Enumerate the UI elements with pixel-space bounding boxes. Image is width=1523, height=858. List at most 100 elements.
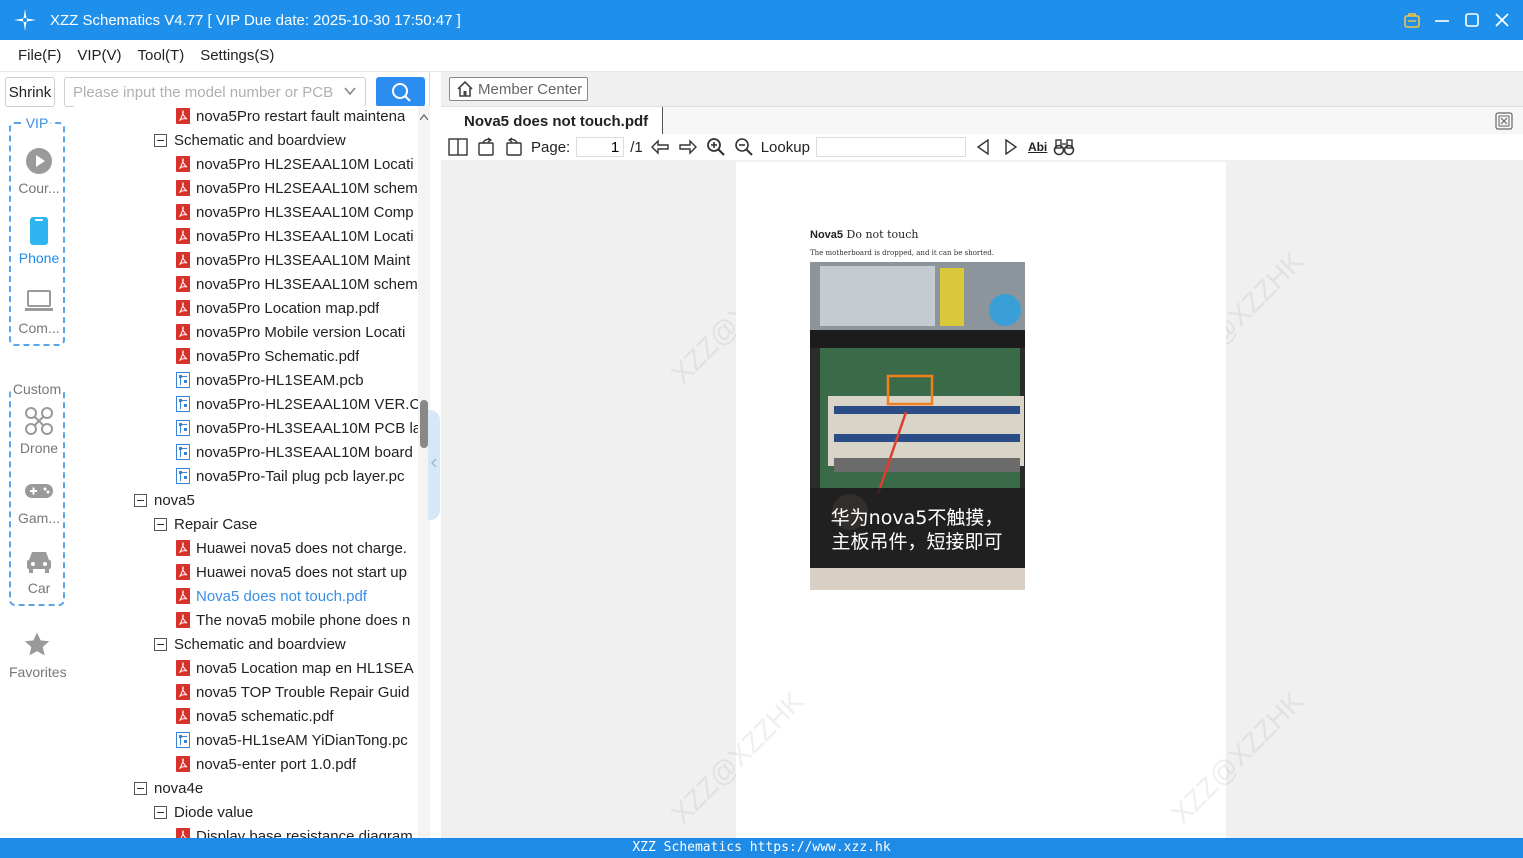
tree-folder[interactable]: Schematic and boardview xyxy=(74,632,418,656)
pdf-icon xyxy=(176,180,190,196)
collapse-icon[interactable] xyxy=(154,517,167,531)
shrink-button[interactable]: Shrink xyxy=(5,77,55,107)
tree-file[interactable]: nova5Pro-HL2SEAAL10M VER.C xyxy=(74,392,418,416)
tree-file[interactable]: nova5Pro Schematic.pdf xyxy=(74,344,418,368)
collapse-icon[interactable] xyxy=(134,493,147,507)
tree-folder[interactable]: Schematic and boardview xyxy=(74,128,418,152)
collapse-icon[interactable] xyxy=(154,637,167,651)
lookup-label: Lookup xyxy=(760,138,810,156)
tree-folder[interactable]: nova4e xyxy=(74,776,418,800)
tree-item-label: nova5 Location map en HL1SEA xyxy=(196,659,414,677)
scrollbar-thumb[interactable] xyxy=(420,400,428,448)
scroll-up-icon[interactable] xyxy=(420,114,428,120)
tree-file[interactable]: nova5-HL1seAM YiDianTong.pc xyxy=(74,728,418,752)
pdf-icon xyxy=(176,828,190,838)
vip-group-label: VIP xyxy=(23,115,51,131)
previous-page-icon[interactable] xyxy=(649,136,671,158)
tree-file[interactable]: nova5Pro-HL3SEAAL10M board xyxy=(74,440,418,464)
tree-file[interactable]: The nova5 mobile phone does n xyxy=(74,608,418,632)
sidebar-toggle-icon[interactable] xyxy=(447,136,469,158)
shop-icon[interactable] xyxy=(1401,9,1423,31)
binoculars-icon[interactable] xyxy=(1053,136,1075,158)
nav-item-courses[interactable]: Cour... xyxy=(11,146,67,196)
tree-file[interactable]: Display base resistance diagram xyxy=(74,824,418,838)
zoom-out-icon[interactable] xyxy=(733,136,755,158)
collapse-icon[interactable] xyxy=(154,805,167,819)
collapse-icon[interactable] xyxy=(154,133,167,147)
panel-collapse-handle[interactable] xyxy=(428,410,440,520)
tree-file[interactable]: Huawei nova5 does not charge. xyxy=(74,536,418,560)
nav-item-phone[interactable]: Phone xyxy=(11,216,67,266)
match-case-toggle[interactable]: Abi xyxy=(1028,140,1047,154)
tree-file[interactable]: nova5Pro-HL1SEAM.pcb xyxy=(74,368,418,392)
tree-file[interactable]: nova5Pro Location map.pdf xyxy=(74,296,418,320)
tree-file[interactable]: Nova5 does not touch.pdf xyxy=(74,584,418,608)
close-icon[interactable] xyxy=(1491,9,1513,31)
gamepad-icon xyxy=(24,476,54,506)
tree-item-label: nova5Pro restart fault maintena xyxy=(196,107,406,125)
find-previous-icon[interactable] xyxy=(972,136,994,158)
viewer-toolbar: Page: /1 Lookup Abi xyxy=(441,134,1523,160)
search-input[interactable] xyxy=(65,78,335,106)
pdf-icon xyxy=(176,252,190,268)
tree-file[interactable]: nova5Pro HL3SEAAL10M Maint xyxy=(74,248,418,272)
tree-file[interactable]: nova5 schematic.pdf xyxy=(74,704,418,728)
tree-file[interactable]: nova5Pro restart fault maintena xyxy=(74,106,418,128)
search-button[interactable] xyxy=(376,77,425,107)
tree-file[interactable]: nova5Pro HL2SEAAL10M Locati xyxy=(74,152,418,176)
member-center-button[interactable]: Member Center xyxy=(449,77,588,101)
tree-item-label: nova5Pro-HL2SEAAL10M VER.C xyxy=(196,395,418,413)
tab-current-document[interactable]: Nova5 does not touch.pdf xyxy=(441,107,663,135)
tree-file[interactable]: nova5Pro HL2SEAAL10M schem xyxy=(74,176,418,200)
tree-file[interactable]: nova5Pro-Tail plug pcb layer.pc xyxy=(74,464,418,488)
menu-settings[interactable]: Settings(S) xyxy=(200,47,274,64)
nav-item-favorites[interactable]: Favorites xyxy=(9,630,67,680)
document-viewer: Member Center Nova5 does not touch.pdf P… xyxy=(441,72,1523,838)
nav-item-drone[interactable]: Drone xyxy=(11,406,67,456)
pdf-icon xyxy=(176,276,190,292)
tree-item-label: nova5 schematic.pdf xyxy=(196,707,334,725)
tree-folder[interactable]: Diode value xyxy=(74,800,418,824)
minimize-icon[interactable] xyxy=(1431,9,1453,31)
tree-folder[interactable]: nova5 xyxy=(74,488,418,512)
rotate-left-icon[interactable] xyxy=(475,136,497,158)
tree-item-label: nova5Pro HL3SEAAL10M Locati xyxy=(196,227,414,245)
find-next-icon[interactable] xyxy=(1000,136,1022,158)
close-tabs-icon[interactable] xyxy=(1495,112,1513,130)
category-sidebar: Shrink VIP Cour... Phone Com... Custom D… xyxy=(0,72,74,838)
tree-item-label: nova5Pro Location map.pdf xyxy=(196,299,380,317)
tree-file[interactable]: nova5-enter port 1.0.pdf xyxy=(74,752,418,776)
tree-file[interactable]: Huawei nova5 does not start up xyxy=(74,560,418,584)
pdf-canvas[interactable]: XZZ@XZZHK XZZ@XZZHK Nova5 Do not touch T… xyxy=(441,162,1523,838)
page-total: /1 xyxy=(630,138,643,156)
pcb-icon xyxy=(176,468,190,484)
nav-item-label: Car xyxy=(27,580,51,596)
tree-item-label: Nova5 does not touch.pdf xyxy=(196,587,367,605)
member-center-label: Member Center xyxy=(478,80,583,98)
tree-file[interactable]: nova5Pro Mobile version Locati xyxy=(74,320,418,344)
collapse-icon[interactable] xyxy=(134,781,147,795)
maximize-icon[interactable] xyxy=(1461,9,1483,31)
tree-file[interactable]: nova5Pro HL3SEAAL10M Comp xyxy=(74,200,418,224)
tree-file[interactable]: nova5 Location map en HL1SEA xyxy=(74,656,418,680)
nav-item-game[interactable]: Gam... xyxy=(11,476,67,526)
menu-vip[interactable]: VIP(V) xyxy=(77,47,121,64)
menu-tool[interactable]: Tool(T) xyxy=(138,47,185,64)
tree-folder[interactable]: Repair Case xyxy=(74,512,418,536)
nav-item-computer[interactable]: Com... xyxy=(11,286,67,336)
photo-caption-line1: 华为nova5不触摸， xyxy=(831,507,1004,529)
tree-file[interactable]: nova5Pro HL3SEAAL10M Locati xyxy=(74,224,418,248)
next-page-icon[interactable] xyxy=(677,136,699,158)
zoom-in-icon[interactable] xyxy=(705,136,727,158)
rotate-right-icon[interactable] xyxy=(503,136,525,158)
model-search-field[interactable] xyxy=(64,77,366,107)
nav-item-car[interactable]: Car xyxy=(11,546,67,596)
chevron-down-icon[interactable] xyxy=(343,84,357,98)
tree-file[interactable]: nova5Pro-HL3SEAAL10M PCB la xyxy=(74,416,418,440)
pdf-icon xyxy=(176,156,190,172)
tree-file[interactable]: nova5 TOP Trouble Repair Guid xyxy=(74,680,418,704)
page-number-input[interactable] xyxy=(576,137,625,157)
menu-file[interactable]: File(F) xyxy=(18,47,61,64)
lookup-input[interactable] xyxy=(815,137,966,157)
tree-file[interactable]: nova5Pro HL3SEAAL10M schem xyxy=(74,272,418,296)
